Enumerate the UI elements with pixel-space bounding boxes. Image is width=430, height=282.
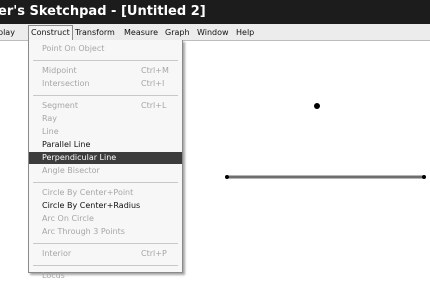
menu-window[interactable]: Window [195,26,231,39]
menu-item-label: Interior [42,249,72,258]
segment-endpoint-left[interactable] [225,175,229,179]
menu-separator [33,182,178,183]
menu-item-circle-by-center-radius[interactable]: Circle By Center+Radius [29,200,182,212]
menu-item-label: Segment [42,101,78,110]
menu-item-label: Parallel Line [42,140,91,149]
menu-item-label: Line [42,127,59,136]
menu-item-intersection[interactable]: Intersection Ctrl+I [29,78,182,90]
menu-item-label: Circle By Center+Radius [42,201,141,210]
menu-item-segment[interactable]: Segment Ctrl+L [29,100,182,112]
menu-separator [33,60,178,61]
menu-item-interior[interactable]: Interior Ctrl+P [29,248,182,260]
menu-transform[interactable]: Transform [73,26,117,39]
menu-item-label: Circle By Center+Point [42,188,134,197]
menu-separator [33,243,178,244]
menu-graph[interactable]: Graph [163,26,192,39]
menu-measure[interactable]: Measure [122,26,160,39]
window-title: er's Sketchpad - [Untitled 2] [0,4,206,19]
menu-item-shortcut: Ctrl+P [141,249,167,258]
menu-item-circle-by-center-point[interactable]: Circle By Center+Point [29,187,182,199]
menu-item-label: Intersection [42,79,90,88]
menu-item-label: Ray [42,114,58,123]
menu-construct[interactable]: Construct [28,25,73,40]
menu-item-label: Point On Object [42,44,105,53]
menu-item-arc-through-3-points[interactable]: Arc Through 3 Points [29,226,182,238]
menubar: play Construct Transform Measure Graph W… [0,24,430,41]
menu-item-line[interactable]: Line [29,126,182,138]
menu-display[interactable]: play [0,26,17,39]
segment-endpoint-right[interactable] [422,175,426,179]
menu-item-shortcut: Ctrl+L [141,101,167,110]
menu-item-arc-on-circle[interactable]: Arc On Circle [29,213,182,225]
menu-item-label: Angle Bisector [42,166,100,175]
menu-item-label: Arc On Circle [42,214,94,223]
point[interactable] [314,103,320,109]
menu-item-label: Arc Through 3 Points [42,227,125,236]
menu-item-parallel-line[interactable]: Parallel Line [29,139,182,151]
menu-item-angle-bisector[interactable]: Angle Bisector [29,165,182,177]
menu-item-ray[interactable]: Ray [29,113,182,125]
menu-help[interactable]: Help [234,26,256,39]
menu-item-perpendicular-line[interactable]: Perpendicular Line [29,152,182,164]
menu-item-shortcut: Ctrl+I [141,79,165,88]
menu-separator [33,95,178,96]
menu-item-point-on-object[interactable]: Point On Object [29,43,182,55]
menu-item-midpoint[interactable]: Midpoint Ctrl+M [29,65,182,77]
menu-item-label: Perpendicular Line [42,153,117,162]
construct-dropdown-menu: Point On Object Midpoint Ctrl+M Intersectio… [28,40,183,280]
menu-item-shortcut: Ctrl+M [141,66,169,75]
menu-separator [33,265,178,266]
window-titlebar: er's Sketchpad - [Untitled 2] [0,0,430,24]
menu-item-label: Midpoint [42,66,77,75]
